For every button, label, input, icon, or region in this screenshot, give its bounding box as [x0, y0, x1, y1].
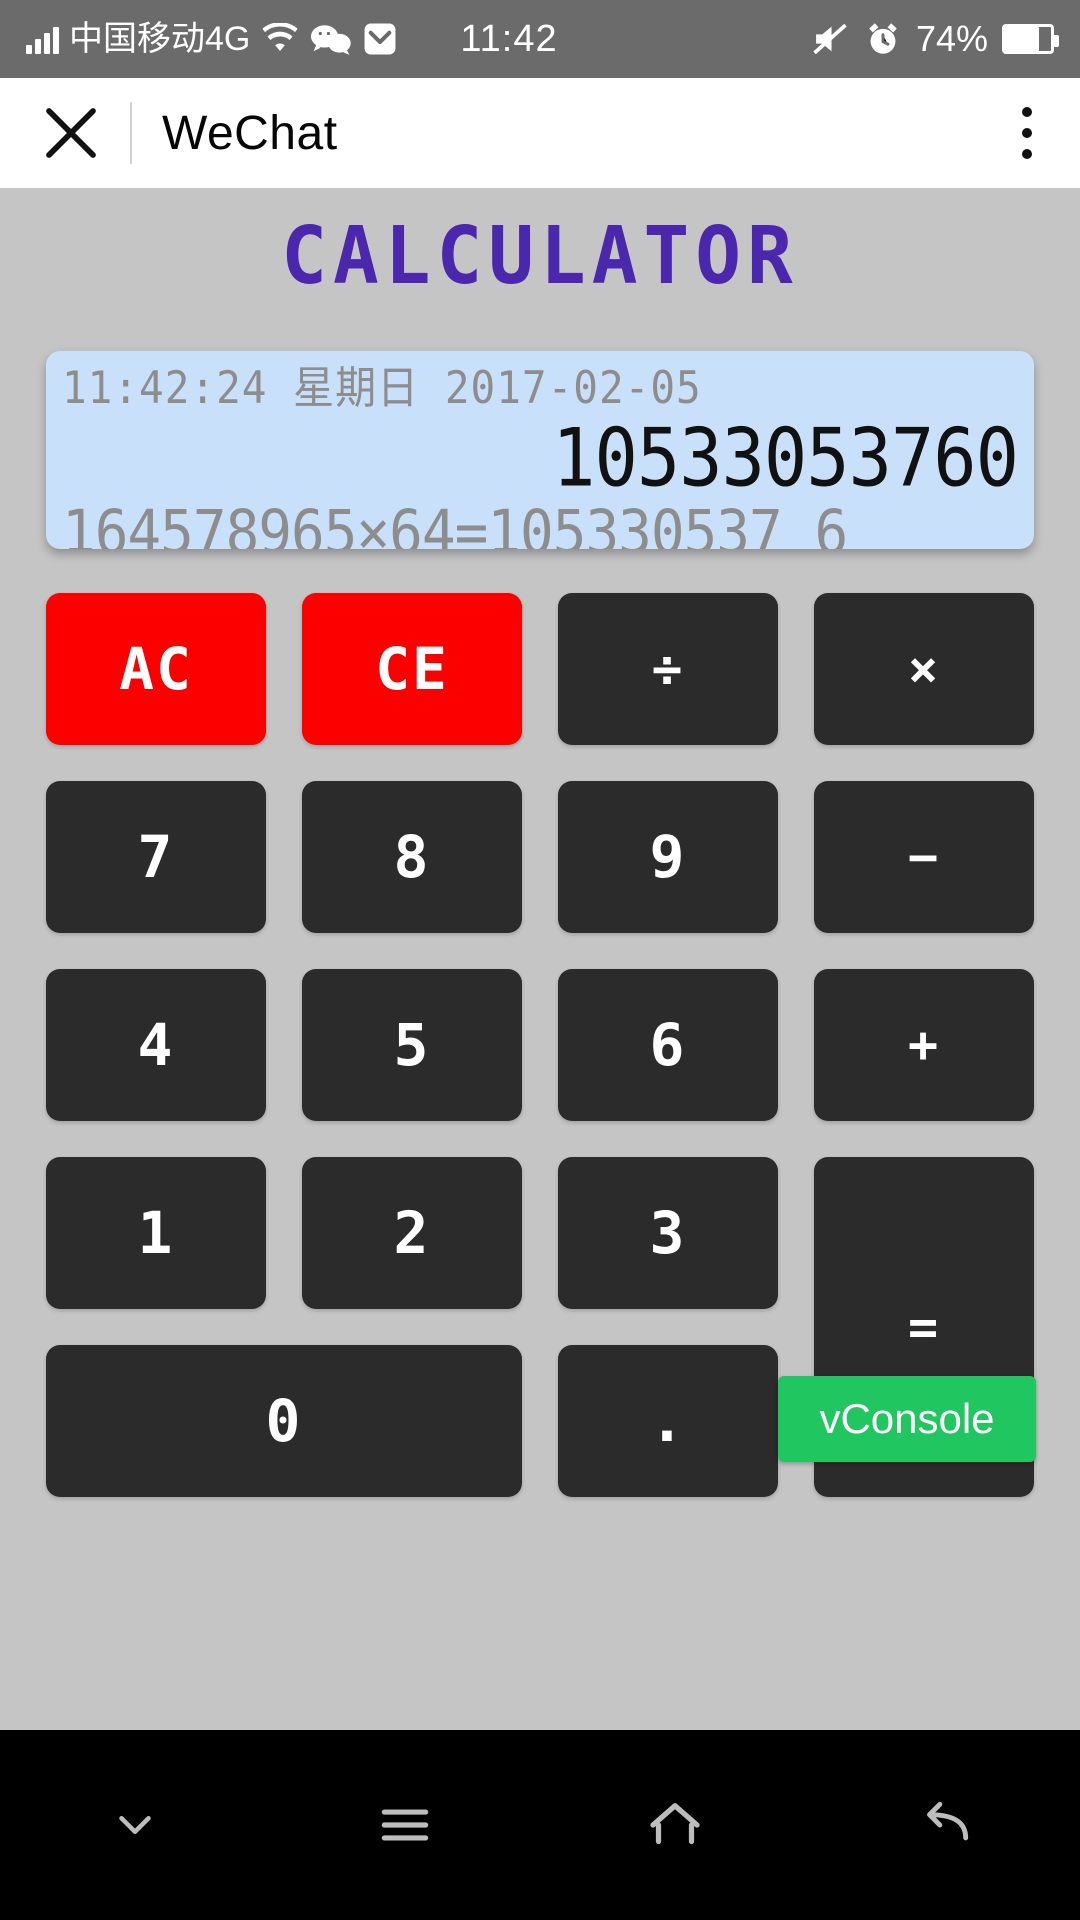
signal-icon — [26, 24, 59, 54]
display-datetime: 11:42:24 星期日 2017-02-05 — [62, 361, 702, 414]
key-8[interactable]: 8 — [302, 781, 522, 933]
key-9[interactable]: 9 — [558, 781, 778, 933]
display-expression: 164578965×64=105330537 6 — [62, 497, 848, 549]
collapse-keyboard-icon[interactable] — [75, 1765, 195, 1885]
alarm-icon — [864, 21, 902, 57]
calculator-display: 11:42:24 星期日 2017-02-05 10533053760 1645… — [46, 351, 1034, 549]
nav-divider — [130, 102, 132, 164]
wechat-icon — [310, 22, 352, 56]
wifi-icon — [260, 23, 300, 55]
battery-icon — [1002, 24, 1059, 54]
close-icon[interactable] — [38, 100, 104, 166]
carrier-label: 中国移动4G — [69, 20, 251, 58]
status-bar-right: 74% — [810, 18, 1059, 60]
key-6[interactable]: 6 — [558, 969, 778, 1121]
key-subtract[interactable]: − — [814, 781, 1034, 933]
calculator-keypad: AC CE ÷ × 7 8 9 − 4 5 6 + 1 2 3 = 0 . — [46, 593, 1034, 1497]
android-navigation-bar — [0, 1730, 1080, 1920]
vconsole-button[interactable]: vConsole — [778, 1376, 1036, 1462]
key-5[interactable]: 5 — [302, 969, 522, 1121]
battery-percent: 74% — [915, 18, 988, 59]
calculator-app: CALCULATOR 11:42:24 星期日 2017-02-05 10533… — [0, 188, 1080, 1730]
key-7[interactable]: 7 — [46, 781, 266, 933]
back-icon[interactable] — [885, 1765, 1005, 1885]
status-bar: 中国移动4G 11:42 74% — [0, 0, 1080, 78]
app-navigation-bar: WeChat — [0, 78, 1080, 188]
key-add[interactable]: + — [814, 969, 1034, 1121]
mail-icon — [362, 22, 398, 56]
page-title: WeChat — [162, 106, 338, 160]
status-bar-left: 中国移动4G 11:42 — [26, 18, 558, 61]
key-4[interactable]: 4 — [46, 969, 266, 1121]
home-icon[interactable] — [615, 1765, 735, 1885]
calculator-title: CALCULATOR — [281, 208, 799, 302]
key-0[interactable]: 0 — [46, 1345, 522, 1497]
key-all-clear[interactable]: AC — [46, 593, 266, 745]
key-2[interactable]: 2 — [302, 1157, 522, 1309]
mute-icon — [810, 22, 850, 56]
key-clear-entry[interactable]: CE — [302, 593, 522, 745]
menu-icon[interactable] — [345, 1765, 465, 1885]
more-options-icon[interactable] — [1012, 97, 1042, 169]
key-divide[interactable]: ÷ — [558, 593, 778, 745]
key-decimal[interactable]: . — [558, 1345, 778, 1497]
key-1[interactable]: 1 — [46, 1157, 266, 1309]
display-result: 10533053760 — [552, 410, 1019, 505]
status-time: 11:42 — [460, 17, 558, 60]
key-3[interactable]: 3 — [558, 1157, 778, 1309]
key-multiply[interactable]: × — [814, 593, 1034, 745]
